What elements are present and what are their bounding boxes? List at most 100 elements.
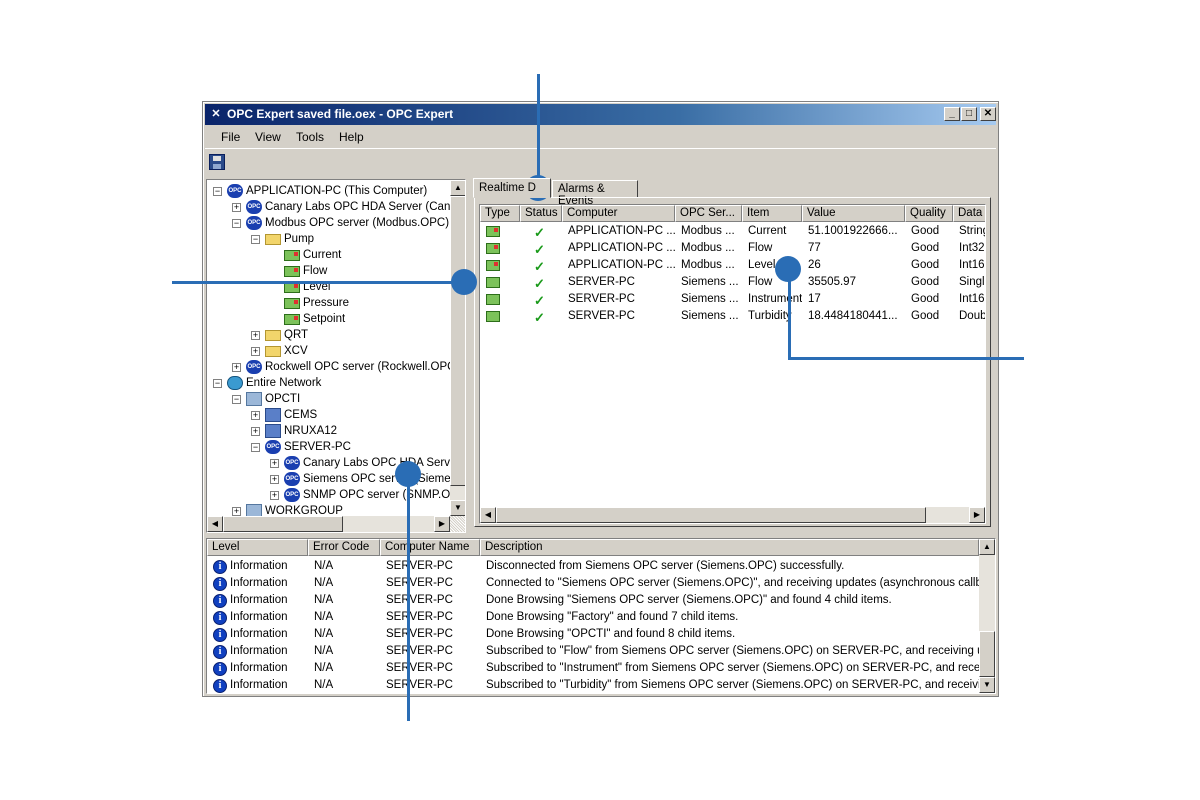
tree-node[interactable]: + OPC Canary Labs OPC HDA Server (Canar [207, 199, 461, 215]
scroll-down-button[interactable]: ▼ [450, 500, 465, 516]
expand-icon[interactable]: + [270, 459, 279, 468]
scroll-up-button[interactable]: ▲ [450, 180, 465, 196]
tree-node[interactable]: − OPC Modbus OPC server (Modbus.OPC) [207, 215, 450, 231]
expand-icon[interactable]: + [232, 363, 241, 372]
computer-icon [265, 424, 281, 438]
scroll-down-button[interactable]: ▼ [979, 677, 995, 693]
grid-cell-datatype: Int32 [959, 242, 985, 254]
tree-node[interactable]: + CEMS [207, 407, 450, 423]
menu-view[interactable]: View [255, 130, 281, 144]
scroll-right-button[interactable]: ▶ [969, 507, 985, 523]
collapse-icon[interactable]: − [213, 379, 222, 388]
callout-marker-grid [775, 256, 801, 282]
scroll-thumb[interactable] [496, 507, 926, 523]
column-header[interactable]: OPC Ser... [675, 205, 742, 222]
column-header[interactable]: Value [802, 205, 905, 222]
tab-alarms-events[interactable]: Alarms & Events [552, 180, 638, 207]
scroll-left-button[interactable]: ◀ [207, 516, 223, 532]
log-cell-level: Information [230, 577, 288, 589]
column-header[interactable]: Status [520, 205, 562, 222]
log-column-header[interactable]: Computer Name [380, 539, 480, 556]
information-icon: i [213, 577, 227, 591]
grid-horizontal-scrollbar[interactable]: ◀ ▶ [480, 507, 985, 523]
expand-icon[interactable]: + [232, 203, 241, 212]
callout-line-top [537, 74, 540, 186]
expand-icon[interactable]: + [251, 411, 260, 420]
tag-type-icon [486, 243, 500, 254]
column-header[interactable]: Item [742, 205, 802, 222]
log-column-header[interactable]: Level [207, 539, 308, 556]
menu-file[interactable]: File [221, 130, 240, 144]
expand-icon[interactable]: + [251, 347, 260, 356]
expand-icon[interactable]: + [270, 475, 279, 484]
tree-vertical-scrollbar[interactable]: ▲ ▼ [450, 180, 465, 516]
menu-help[interactable]: Help [339, 130, 364, 144]
expand-icon[interactable]: + [270, 491, 279, 500]
tree-node[interactable]: − Pump [207, 231, 450, 247]
log-cell-computer: SERVER-PC [386, 679, 453, 691]
tree-node[interactable]: Flow [207, 263, 450, 279]
tree-node[interactable]: − OPC APPLICATION-PC (This Computer) [207, 183, 450, 199]
tree-node-label: OPCTI [265, 393, 301, 405]
collapse-icon[interactable]: − [213, 187, 222, 196]
tag-type-icon [486, 260, 500, 271]
column-header[interactable]: Type [480, 205, 520, 222]
scroll-thumb[interactable] [450, 196, 465, 486]
save-icon[interactable] [209, 154, 225, 170]
column-header[interactable]: Computer [562, 205, 675, 222]
expand-icon[interactable]: + [232, 507, 241, 516]
tree-node[interactable]: + OPC SNMP OPC server (SNMP.OP [207, 487, 458, 503]
scroll-thumb[interactable] [223, 516, 343, 532]
log-cell-level: Information [230, 628, 288, 640]
tree-node[interactable]: Pressure [207, 295, 450, 311]
scroll-thumb[interactable] [979, 631, 995, 677]
close-button[interactable]: ✕ [980, 107, 996, 121]
status-check-icon: ✓ [534, 259, 545, 274]
tree-node[interactable]: + NRUXA12 [207, 423, 450, 439]
scroll-right-button[interactable]: ▶ [434, 516, 450, 532]
column-header[interactable]: Quality [905, 205, 953, 222]
scroll-up-button[interactable]: ▲ [979, 539, 995, 555]
callout-marker-log [395, 461, 421, 487]
server-tree[interactable]: + WORKGROUP + OPC SNMP OPC server (SNMP.OP + O… [206, 179, 466, 533]
column-header[interactable]: Data [953, 205, 985, 222]
collapse-icon[interactable]: − [251, 235, 260, 244]
expand-icon[interactable]: + [251, 331, 260, 340]
tree-node[interactable]: − Entire Network [207, 375, 450, 391]
tree-node[interactable]: Setpoint [207, 311, 450, 327]
event-log[interactable]: ▲ ▼ Level Error Code Computer Name Descript… [206, 538, 996, 694]
title-bar[interactable]: ✕ OPC Expert saved file.oex - OPC Expert… [205, 104, 996, 125]
tree-horizontal-scrollbar[interactable]: ◀ ▶ [207, 516, 450, 532]
status-check-icon: ✓ [534, 310, 545, 325]
collapse-icon[interactable]: − [232, 219, 241, 228]
app-icon: ✕ [211, 108, 221, 120]
menu-tools[interactable]: Tools [296, 130, 324, 144]
information-icon: i [213, 628, 227, 642]
tree-node[interactable]: Current [207, 247, 450, 263]
tree-node[interactable]: − OPC SERVER-PC [207, 439, 450, 455]
tree-node[interactable]: + QRT [207, 327, 450, 343]
tree-node[interactable]: − OPCTI [207, 391, 450, 407]
log-cell-code: N/A [314, 628, 334, 640]
scroll-left-button[interactable]: ◀ [480, 507, 496, 523]
tree-node[interactable]: + OPC Rockwell OPC server (Rockwell.OPC) [207, 359, 459, 375]
tree-node-label: Canary Labs OPC HDA Serve [303, 457, 457, 469]
log-column-header[interactable]: Error Code [308, 539, 380, 556]
maximize-button[interactable]: □ [961, 107, 977, 121]
expand-icon[interactable]: + [251, 427, 260, 436]
minimize-button[interactable]: _ [944, 107, 960, 121]
tab-realtime-data[interactable]: Realtime D [473, 178, 551, 198]
log-column-header[interactable]: Description [480, 539, 979, 556]
log-cell-computer: SERVER-PC [386, 662, 453, 674]
computer-icon [265, 408, 281, 422]
realtime-data-grid[interactable]: ◀ ▶ Type Status Computer OPC Ser... Item Valu… [479, 204, 986, 524]
tag-icon [284, 266, 300, 277]
tree-node-label: Pressure [303, 297, 350, 309]
collapse-icon[interactable]: − [251, 443, 260, 452]
tree-node[interactable]: + XCV [207, 343, 450, 359]
grid-cell-quality: Good [911, 259, 940, 271]
log-vertical-scrollbar[interactable]: ▲ ▼ [979, 539, 995, 693]
log-cell-code: N/A [314, 679, 334, 691]
collapse-icon[interactable]: − [232, 395, 241, 404]
toolbar [205, 148, 996, 174]
